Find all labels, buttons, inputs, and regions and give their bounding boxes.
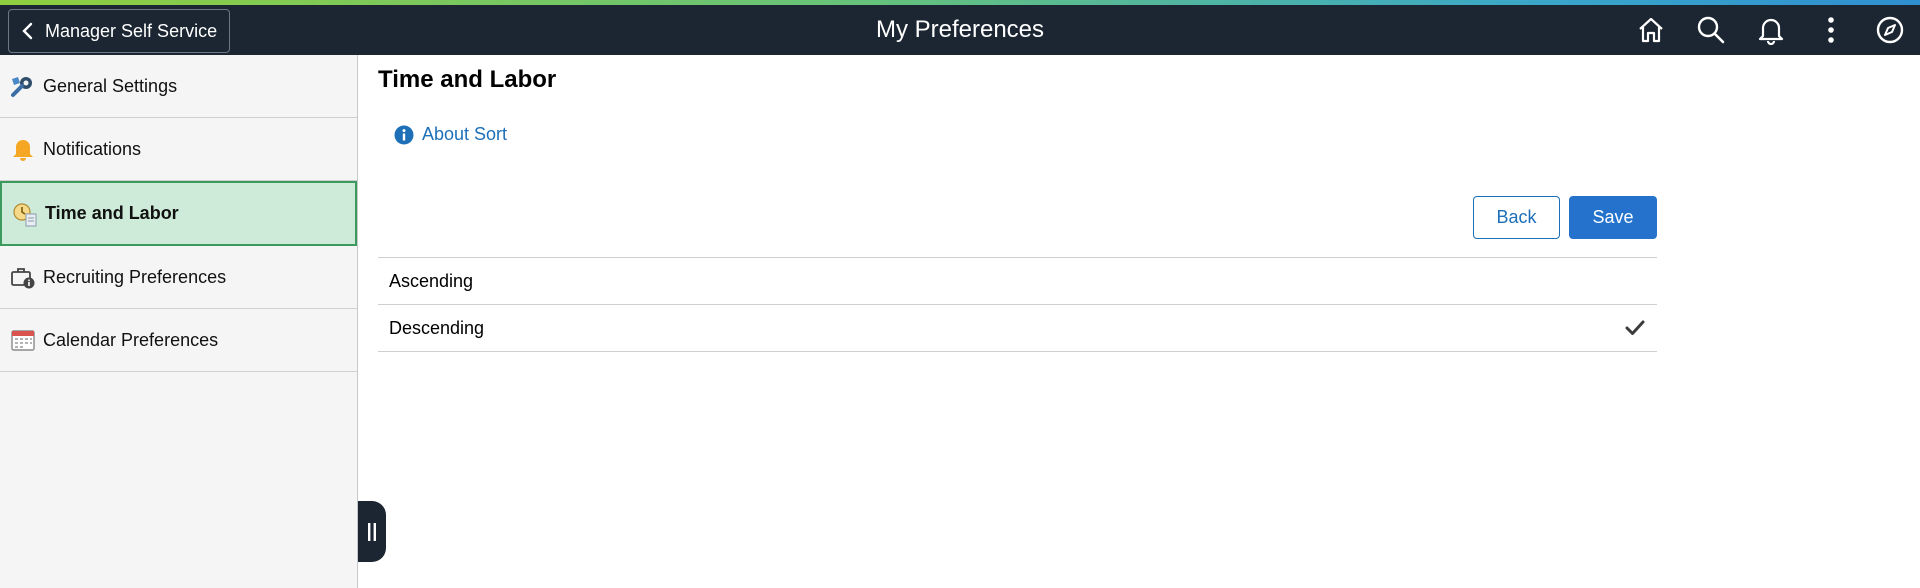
about-sort-link[interactable]: About Sort — [394, 124, 507, 145]
manager-self-service-back-button[interactable]: Manager Self Service — [8, 9, 230, 53]
briefcase-info-icon — [10, 264, 36, 290]
sidebar-item-recruiting-preferences[interactable]: Recruiting Preferences — [0, 246, 357, 309]
bell-icon — [10, 136, 36, 162]
clock-document-icon — [12, 201, 38, 227]
sort-option-label: Descending — [389, 317, 485, 338]
top-navigation-bar: Manager Self Service My Preferences — [0, 5, 1920, 55]
calendar-icon — [10, 327, 36, 353]
back-button[interactable]: Back — [1473, 196, 1560, 239]
sort-option-ascending[interactable]: Ascending — [378, 258, 1657, 305]
about-sort-label: About Sort — [422, 124, 508, 144]
sort-option-descending[interactable]: Descending — [378, 305, 1657, 352]
save-button[interactable]: Save — [1569, 196, 1657, 239]
sidebar-item-general-settings[interactable]: General Settings — [0, 55, 357, 118]
sidebar-item-notifications[interactable]: Notifications — [0, 118, 357, 181]
back-button-label: Manager Self Service — [45, 20, 218, 41]
sidebar-item-label: Calendar Preferences — [43, 329, 219, 350]
sidebar-item-label: Recruiting Preferences — [43, 266, 227, 287]
search-icon[interactable] — [1696, 15, 1726, 45]
sidebar-item-calendar-preferences[interactable]: Calendar Preferences — [0, 309, 357, 372]
page-title: My Preferences — [875, 16, 1045, 43]
sidebar-item-time-and-labor[interactable]: Time and Labor — [0, 181, 357, 246]
drag-handle-icon — [368, 522, 376, 541]
home-icon[interactable] — [1636, 15, 1666, 45]
compass-icon[interactable] — [1875, 15, 1905, 45]
sidebar: General Settings Notifications Time and … — [0, 55, 358, 588]
chevron-left-icon — [22, 22, 33, 40]
checkmark-icon — [1625, 320, 1645, 335]
info-icon — [394, 125, 414, 144]
sort-options-list: Ascending Descending — [378, 257, 1657, 352]
sidebar-collapse-handle[interactable] — [358, 501, 386, 562]
kebab-menu-icon[interactable] — [1816, 15, 1846, 45]
sidebar-item-label: Time and Labor — [45, 203, 179, 223]
sort-option-label: Ascending — [389, 270, 474, 291]
wrench-gear-icon — [10, 73, 36, 99]
sidebar-item-label: Notifications — [43, 138, 142, 159]
sidebar-item-label: General Settings — [43, 75, 178, 96]
section-title: Time and Labor — [378, 66, 557, 93]
bell-icon[interactable] — [1756, 15, 1786, 45]
